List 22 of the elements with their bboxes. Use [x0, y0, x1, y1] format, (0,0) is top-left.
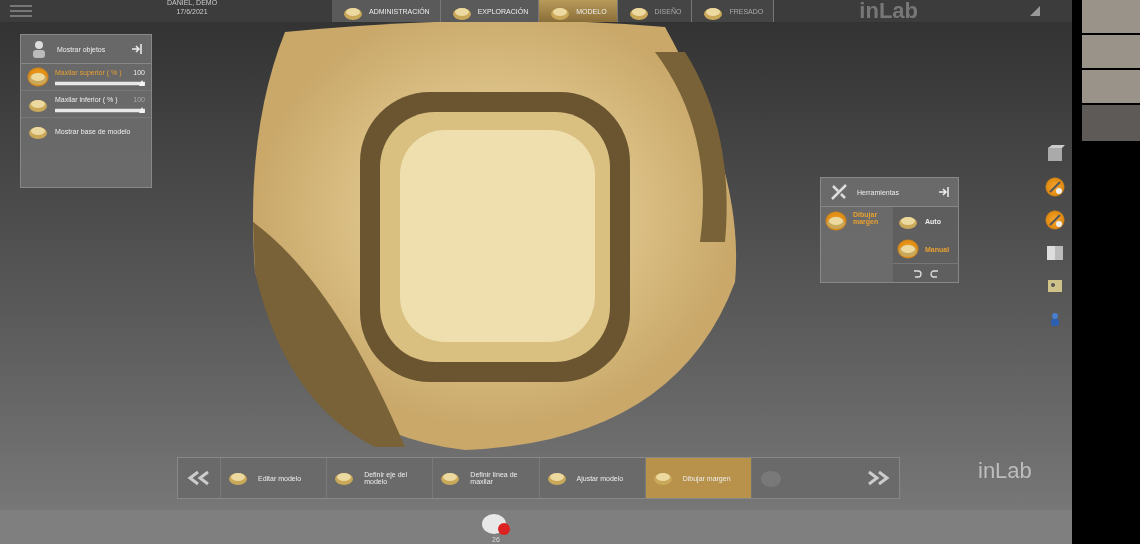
inlab-logo: inLab [859, 0, 918, 22]
redo-icon[interactable] [929, 268, 940, 278]
slider-track[interactable] [55, 107, 145, 113]
pin-icon[interactable] [131, 43, 143, 55]
undo-icon[interactable] [911, 268, 922, 278]
video-placeholder [1082, 70, 1140, 103]
slider-thumb[interactable] [139, 79, 145, 86]
tool-icon[interactable] [1045, 177, 1065, 197]
pin-icon[interactable] [938, 186, 950, 198]
tool-icon[interactable] [1045, 210, 1065, 230]
video-placeholder [1082, 0, 1140, 33]
tools-icon [829, 182, 849, 202]
double-chevron-right-icon [865, 470, 892, 486]
expand-icon[interactable] [1028, 4, 1042, 18]
slider-track[interactable] [55, 80, 145, 86]
video-placeholder [1082, 105, 1140, 141]
cube-icon[interactable] [1045, 144, 1065, 164]
menu-icon[interactable] [10, 4, 32, 18]
slider-thumb[interactable] [139, 106, 145, 113]
video-placeholder [1082, 35, 1140, 68]
inlab-logo: inLab [978, 458, 1032, 484]
book-icon[interactable] [1045, 243, 1065, 263]
